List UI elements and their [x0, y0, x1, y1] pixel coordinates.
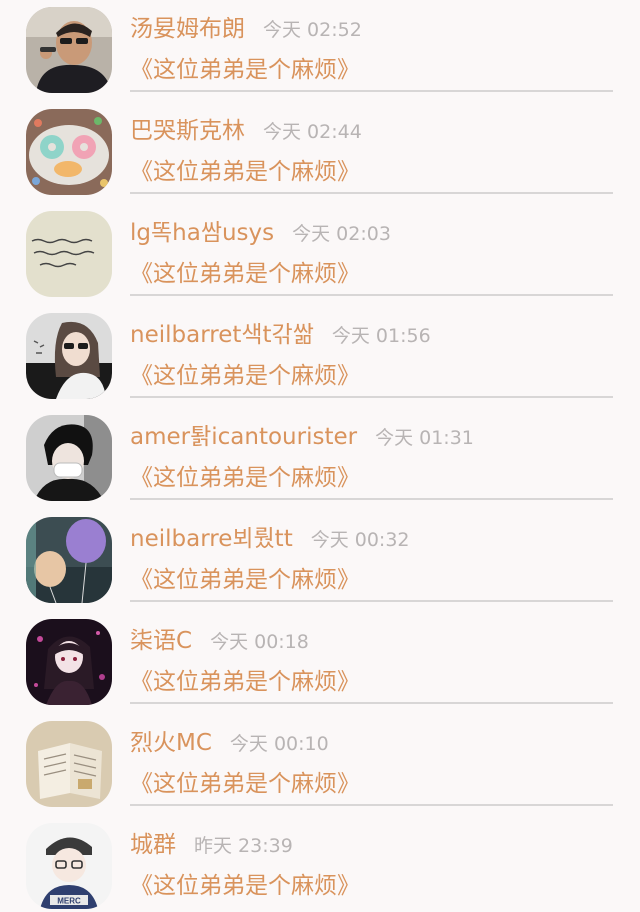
- avatar-man-sunglasses-icon[interactable]: [26, 7, 112, 93]
- divider: [130, 804, 613, 806]
- avatar-open-book-icon[interactable]: [26, 721, 112, 807]
- message-preview: 《这位弟弟是个麻烦》: [130, 873, 360, 899]
- message-preview: 《这位弟弟是个麻烦》: [130, 771, 360, 797]
- conversation-item[interactable]: neilbarret색t갂쌂 今天 01:56 《这位弟弟是个麻烦》: [0, 306, 640, 408]
- avatar-masked-person-icon[interactable]: [26, 415, 112, 501]
- message-time: 今天 01:56: [331, 325, 431, 347]
- divider: [130, 600, 613, 602]
- contact-name: neilbarre뵈뤘tt 今天 00:32: [130, 526, 410, 552]
- message-time: 今天 00:32: [310, 529, 410, 551]
- message-preview: 《这位弟弟是个麻烦》: [130, 261, 360, 287]
- message-time: 今天 02:44: [263, 121, 362, 143]
- divider: [130, 396, 613, 398]
- contact-name: 烈火MC 今天 00:10: [130, 730, 329, 756]
- message-time: 今天 02:03: [292, 223, 391, 245]
- message-time: 今天 01:31: [375, 427, 474, 449]
- divider: [130, 90, 613, 92]
- message-preview: 《这位弟弟是个麻烦》: [130, 363, 360, 389]
- message-time: 昨天 23:39: [194, 835, 293, 857]
- conversation-item[interactable]: lg똑ha쌈usys 今天 02:03 《这位弟弟是个麻烦》: [0, 204, 640, 306]
- conversation-item[interactable]: 巴哭斯克林 今天 02:44 《这位弟弟是个麻烦》: [0, 102, 640, 204]
- message-preview: 《这位弟弟是个麻烦》: [130, 159, 360, 185]
- message-preview: 《这位弟弟是个麻烦》: [130, 57, 360, 83]
- conversation-item[interactable]: amer퇅icantourister 今天 01:31 《这位弟弟是个麻烦》: [0, 408, 640, 510]
- message-time: 今天 02:52: [263, 19, 362, 41]
- divider: [130, 294, 613, 296]
- contact-name: neilbarret색t갂쌂 今天 01:56: [130, 322, 431, 348]
- divider: [130, 702, 613, 704]
- contact-name: lg똑ha쌈usys 今天 02:03: [130, 220, 391, 246]
- conversation-item[interactable]: 柒语C 今天 00:18 《这位弟弟是个麻烦》: [0, 612, 640, 714]
- conversation-item[interactable]: neilbarre뵈뤘tt 今天 00:32 《这位弟弟是个麻烦》: [0, 510, 640, 612]
- conversation-item[interactable]: 汤妟姆布朗 今天 02:52 《这位弟弟是个麻烦》: [0, 0, 640, 102]
- message-time: 今天 00:18: [210, 631, 309, 653]
- conversation-item[interactable]: 烈火MC 今天 00:10 《这位弟弟是个麻烦》: [0, 714, 640, 816]
- divider: [130, 498, 613, 500]
- contact-name: 柒语C 今天 00:18: [130, 628, 309, 654]
- contact-name: 汤妟姆布朗 今天 02:52: [130, 16, 362, 42]
- message-preview: 《这位弟弟是个麻烦》: [130, 465, 360, 491]
- contact-name: 巴哭斯克林 今天 02:44: [130, 118, 362, 144]
- avatar-handwriting-icon[interactable]: [26, 211, 112, 297]
- contact-name: 城群 昨天 23:39: [130, 832, 293, 858]
- divider: [130, 192, 613, 194]
- avatar-cartoon-boy-icon[interactable]: MERC: [26, 823, 112, 909]
- avatar-balloons-icon[interactable]: [26, 517, 112, 603]
- contact-name: amer퇅icantourister 今天 01:31: [130, 424, 474, 450]
- avatar-woman-sunglasses-icon[interactable]: [26, 313, 112, 399]
- avatar-anime-girl-icon[interactable]: [26, 619, 112, 705]
- message-time: 今天 00:10: [229, 733, 329, 755]
- conversation-item[interactable]: MERC 城群 昨天 23:39 《这位弟弟是个麻烦》: [0, 816, 640, 912]
- message-preview: 《这位弟弟是个麻烦》: [130, 669, 360, 695]
- message-preview: 《这位弟弟是个麻烦》: [130, 567, 360, 593]
- conversation-list: 汤妟姆布朗 今天 02:52 《这位弟弟是个麻烦》 巴哭斯克林 今天 02:44 《…: [0, 0, 640, 912]
- avatar-donuts-icon[interactable]: [26, 109, 112, 195]
- svg-text:MERC: MERC: [57, 897, 81, 906]
